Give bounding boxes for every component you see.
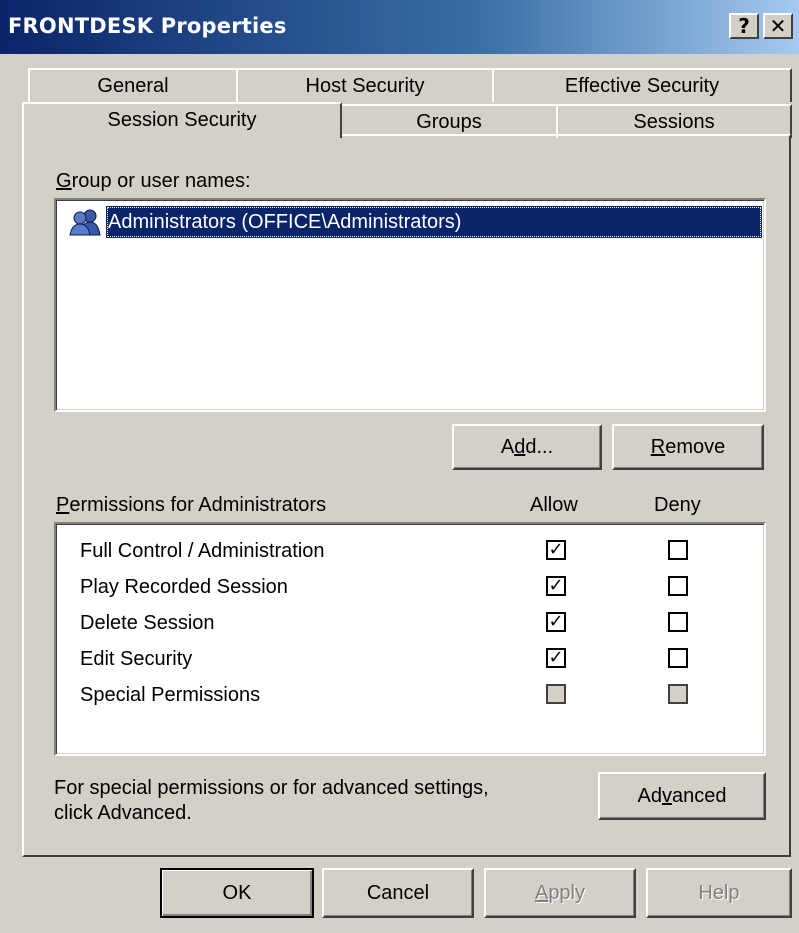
add-button[interactable]: Add... (452, 424, 602, 470)
help-button[interactable]: Help (646, 868, 792, 918)
permission-name: Special Permissions (80, 684, 261, 706)
permission-name: Full Control / Administration (80, 540, 325, 562)
advanced-note-line2: click Advanced. (54, 802, 192, 824)
apply-button[interactable]: Apply (484, 868, 636, 918)
deny-checkbox[interactable] (668, 612, 688, 632)
window-title: FRONTDESK Properties (8, 14, 287, 38)
user-group-icon (66, 208, 104, 236)
allow-checkbox[interactable]: ✓ (546, 540, 566, 560)
advanced-note: For special permissions or for advanced … (54, 776, 489, 826)
remove-button[interactable]: Remove (612, 424, 764, 470)
allow-column-header: Allow (530, 494, 578, 516)
permission-name: Edit Security (80, 648, 193, 670)
cancel-button[interactable]: Cancel (322, 868, 474, 918)
group-or-user-names-label: Group or user names: (56, 170, 251, 192)
deny-checkbox-disabled (668, 684, 688, 704)
permissions-list[interactable]: Full Control / Administration ✓ Play Rec… (54, 522, 766, 756)
deny-checkbox[interactable] (668, 576, 688, 596)
help-question-icon[interactable]: ? (729, 13, 759, 39)
allow-checkbox[interactable]: ✓ (546, 612, 566, 632)
allow-checkbox-disabled (546, 684, 566, 704)
tab-groups[interactable]: Groups (340, 104, 558, 138)
user-name-administrators[interactable]: Administrators (OFFICE\Administrators) (106, 206, 762, 238)
advanced-note-line1: For special permissions or for advanced … (54, 777, 489, 799)
close-icon[interactable]: ✕ (763, 13, 793, 39)
tab-sessions[interactable]: Sessions (556, 104, 792, 138)
deny-column-header: Deny (654, 494, 701, 516)
tab-session-security[interactable]: Session Security (22, 102, 342, 138)
user-list[interactable]: Administrators (OFFICE\Administrators) (54, 198, 766, 412)
advanced-button[interactable]: Advanced (598, 772, 766, 820)
list-item[interactable]: Administrators (OFFICE\Administrators) (64, 206, 762, 238)
deny-checkbox[interactable] (668, 648, 688, 668)
permissions-label: Permissions for Administrators (56, 494, 327, 516)
title-bar[interactable]: FRONTDESK Properties ? ✕ (0, 0, 799, 54)
deny-checkbox[interactable] (668, 540, 688, 560)
permission-name: Play Recorded Session (80, 576, 288, 598)
ok-button[interactable]: OK (160, 868, 314, 918)
tab-host-security[interactable]: Host Security (236, 68, 494, 102)
permission-name: Delete Session (80, 612, 215, 634)
allow-checkbox[interactable]: ✓ (546, 648, 566, 668)
tab-effective-security[interactable]: Effective Security (492, 68, 792, 102)
allow-checkbox[interactable]: ✓ (546, 576, 566, 596)
tab-general[interactable]: General (28, 68, 238, 102)
